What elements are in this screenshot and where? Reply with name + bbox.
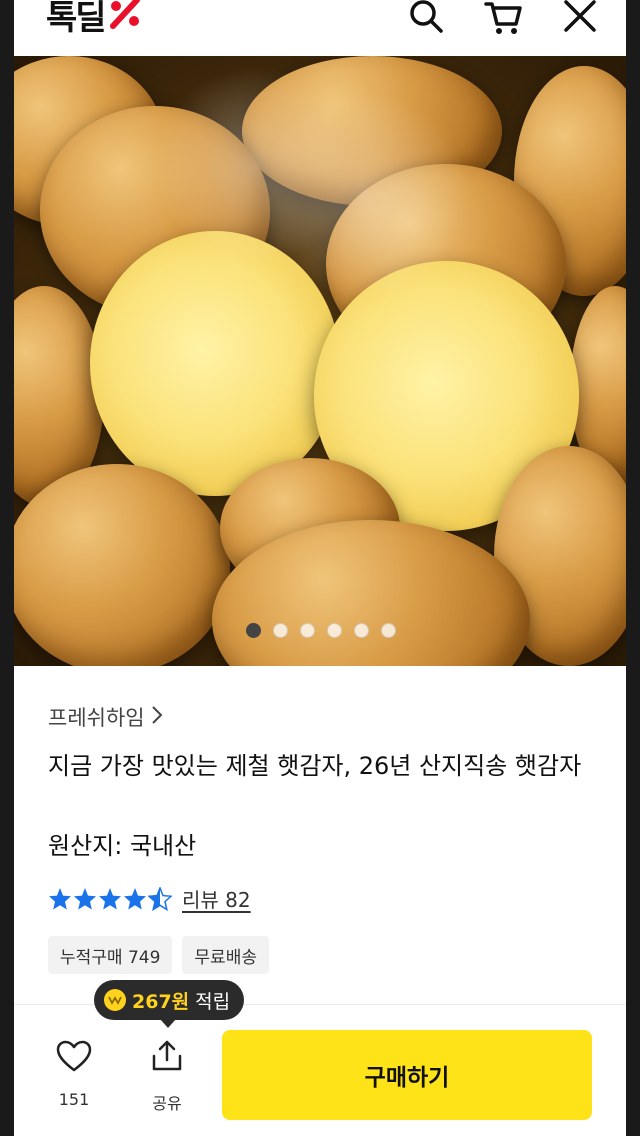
half-star-icon [148,886,172,911]
product-origin: 원산지: 국내산 [48,832,197,860]
cart-icon[interactable] [484,0,524,36]
product-tags: 누적구매 749 무료배송 [48,936,269,974]
app-frame: 톡딜 프레쉬하임 지금 가장 맛있는 제철 햇감자, 26년 산지직송 햇감자 … [14,0,626,1136]
star-icon [74,887,96,909]
star-rating [48,886,172,911]
carousel-dot[interactable] [381,623,396,638]
point-reward-tooltip: 267원 적립 [94,980,245,1028]
like-count: 151 [58,1090,90,1109]
share-button[interactable]: 공유 [137,1040,197,1114]
steam-effect [254,96,474,296]
rating-row: 리뷰 82 [48,884,251,913]
carousel-indicator [246,623,396,638]
carousel-dot[interactable] [273,623,288,638]
carousel-dot[interactable] [246,623,261,638]
carousel-dot[interactable] [354,623,369,638]
like-button[interactable]: 151 [44,1040,104,1109]
top-header: 톡딜 [14,0,626,56]
percent-logo-icon [107,0,143,34]
product-title: 지금 가장 맛있는 제철 햇감자, 26년 산지직송 햇감자 [48,752,582,780]
star-icon [49,887,71,909]
chevron-right-icon [151,705,163,730]
coin-icon [104,989,126,1011]
tag-free-shipping: 무료배송 [182,936,269,974]
review-link[interactable]: 리뷰 82 [182,884,251,913]
share-icon [150,1040,184,1076]
logo-text: 톡딜 [46,0,107,38]
brand-name: 프레쉬하임 [48,706,145,730]
carousel-dot[interactable] [327,623,342,638]
close-icon[interactable] [560,0,600,36]
point-amount: 267원 [132,990,190,1013]
share-label: 공유 [152,1094,182,1113]
buy-button[interactable]: 구매하기 [222,1030,592,1120]
heart-icon [56,1040,92,1076]
product-info: 프레쉬하임 지금 가장 맛있는 제철 햇감자, 26년 산지직송 햇감자 원산지… [14,666,626,1006]
point-suffix: 적립 [195,990,231,1013]
logo[interactable]: 톡딜 [46,0,143,39]
search-icon[interactable] [406,0,446,36]
star-icon [124,887,146,909]
brand-link[interactable]: 프레쉬하임 [48,702,163,732]
product-image-carousel[interactable] [14,56,626,666]
star-icon [99,887,121,909]
carousel-dot[interactable] [300,623,315,638]
tag-purchase-count: 누적구매 749 [48,936,173,974]
